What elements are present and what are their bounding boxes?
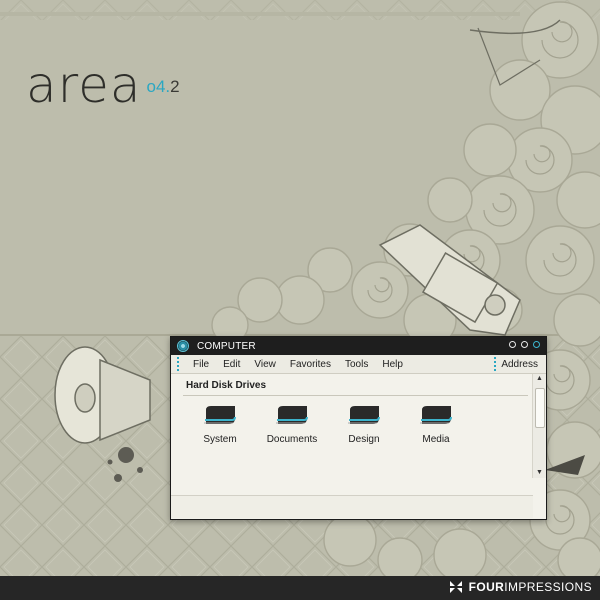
menu-items: File Edit View Favorites Tools Help [187, 359, 411, 370]
close-button[interactable] [533, 341, 540, 348]
hard-drive-icon [348, 406, 380, 424]
drive-label: System [203, 434, 237, 445]
minimize-button[interactable] [509, 341, 516, 348]
window-controls [509, 341, 540, 348]
menu-file[interactable]: File [187, 359, 217, 370]
app-icon[interactable] [177, 340, 189, 352]
hard-drive-icon [204, 406, 236, 424]
drive-documents[interactable]: Documents [257, 404, 327, 445]
brand-version-major: o4 [146, 77, 166, 96]
footer-brand-light: IMPRESSIONS [504, 580, 592, 594]
menu-help[interactable]: Help [376, 359, 411, 370]
hard-drive-icon [420, 406, 452, 424]
hard-drive-icon [276, 406, 308, 424]
window-title: COMPUTER [197, 340, 256, 352]
menu-grip-icon[interactable] [177, 357, 179, 371]
footer-bar: FOUR IMPRESSIONS [0, 576, 600, 600]
scroll-up-icon[interactable]: ▲ [533, 374, 546, 384]
footer-brand-bold: FOUR [468, 580, 505, 594]
brand-name: area [26, 56, 142, 114]
address-label[interactable]: Address [501, 359, 538, 370]
section-divider [183, 395, 528, 396]
drive-label: Media [422, 434, 450, 445]
brand-version: o4.2 [147, 78, 180, 95]
status-bar [171, 495, 533, 518]
drive-media[interactable]: Media [401, 404, 471, 445]
computer-window: COMPUTER File Edit View Favorites Tools … [170, 336, 547, 520]
scroll-thumb[interactable] [535, 388, 545, 428]
menu-favorites[interactable]: Favorites [284, 359, 339, 370]
address-grip-icon[interactable] [494, 357, 497, 371]
footer-brand: FOUR IMPRESSIONS [449, 580, 592, 594]
drive-label: Design [348, 434, 380, 445]
maximize-button[interactable] [521, 341, 528, 348]
menu-tools[interactable]: Tools [339, 359, 376, 370]
menu-view[interactable]: View [248, 359, 284, 370]
menu-bar: File Edit View Favorites Tools Help Addr… [171, 355, 546, 374]
drive-label: Documents [266, 434, 318, 445]
menu-edit[interactable]: Edit [217, 359, 248, 370]
window-content: Hard Disk Drives System Documents Design… [171, 374, 546, 518]
section-title: Hard Disk Drives [186, 380, 267, 391]
vertical-scrollbar[interactable]: ▲ ▼ [532, 374, 546, 478]
fourimpressions-logo-icon [449, 581, 462, 593]
scroll-down-icon[interactable]: ▼ [533, 468, 546, 478]
brand-logo: area o4.2 [26, 60, 180, 110]
address-toolbar: Address [494, 355, 546, 373]
drive-system[interactable]: System [185, 404, 255, 445]
window-titlebar[interactable]: COMPUTER [171, 337, 546, 355]
brand-version-minor: 2 [170, 77, 180, 96]
drive-design[interactable]: Design [329, 404, 399, 445]
